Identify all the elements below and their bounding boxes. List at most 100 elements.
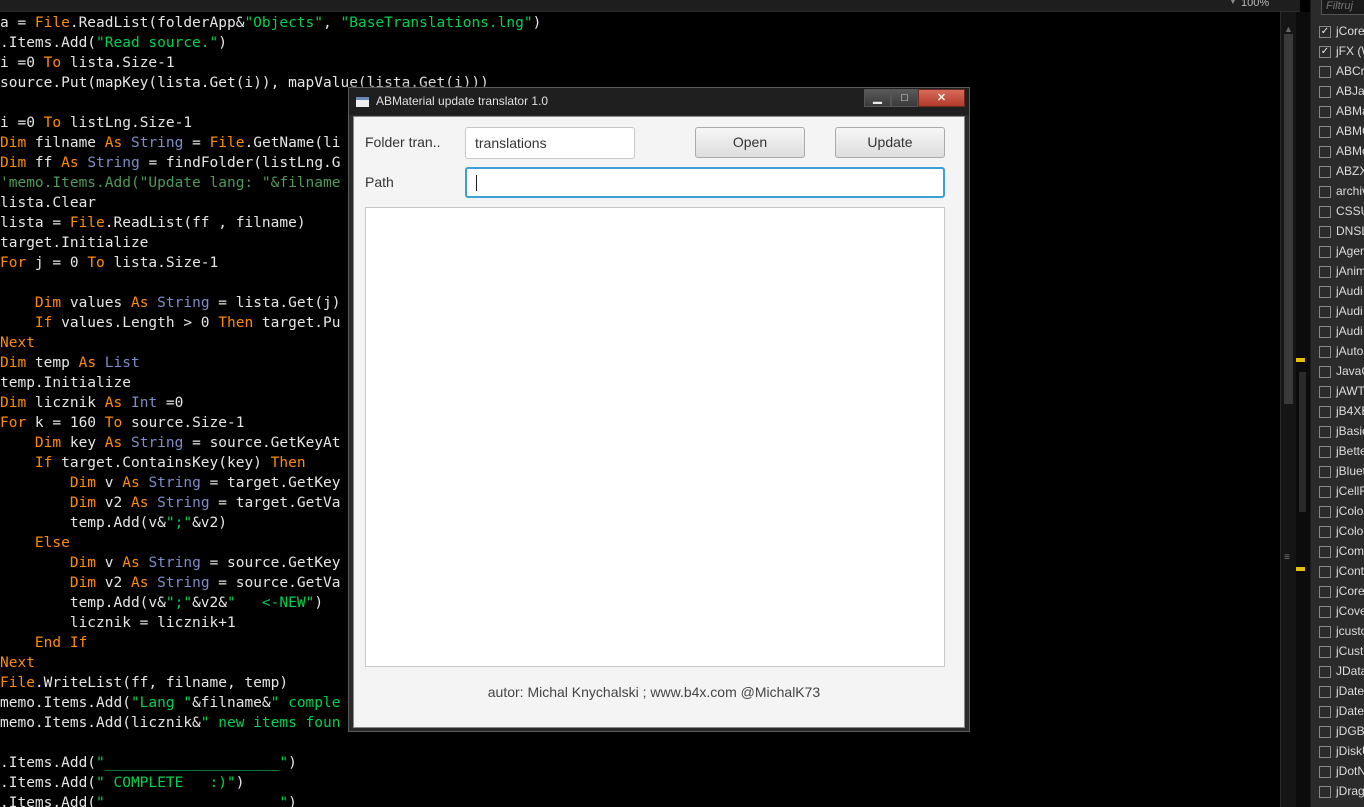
unchecked-checkbox[interactable] (1319, 746, 1331, 758)
unchecked-checkbox[interactable] (1319, 286, 1331, 298)
code-line[interactable]: lista.Clear (0, 193, 96, 213)
code-line[interactable]: a = File.ReadList(folderApp&"Objects", "… (0, 13, 541, 33)
code-line[interactable]: Dim ff As String = findFolder(listLng.G (0, 153, 341, 173)
code-line[interactable]: Dim v As String = target.GetKey (0, 473, 341, 493)
update-button[interactable]: Update (835, 127, 945, 158)
library-item[interactable]: jAuto (1319, 342, 1364, 362)
library-item[interactable]: jDGBa (1319, 722, 1364, 742)
unchecked-checkbox[interactable] (1319, 166, 1331, 178)
code-line[interactable]: Next (0, 653, 35, 673)
code-line[interactable]: .Items.Add("____________________") (0, 753, 297, 773)
library-item[interactable]: ABMa (1319, 102, 1364, 122)
code-line[interactable]: For k = 160 To source.Size-1 (0, 413, 244, 433)
unchecked-checkbox[interactable] (1319, 386, 1331, 398)
unchecked-checkbox[interactable] (1319, 186, 1331, 198)
maximize-button[interactable]: □ (891, 89, 918, 107)
library-item[interactable]: jAudi (1319, 322, 1364, 342)
unchecked-checkbox[interactable] (1319, 226, 1331, 238)
library-item[interactable]: CSSU (1319, 202, 1364, 222)
library-item[interactable]: ABMo (1319, 142, 1364, 162)
checked-checkbox[interactable]: ✓ (1319, 46, 1331, 58)
unchecked-checkbox[interactable] (1319, 686, 1331, 698)
code-line[interactable]: File.WriteList(ff, filname, temp) (0, 673, 288, 693)
zoom-level[interactable]: 100% (1241, 0, 1269, 9)
unchecked-checkbox[interactable] (1319, 466, 1331, 478)
library-item[interactable]: jAudi (1319, 282, 1364, 302)
unchecked-checkbox[interactable] (1319, 586, 1331, 598)
code-line[interactable]: temp.Add(v&";"&v2) (0, 513, 227, 533)
library-item[interactable]: archiv (1319, 182, 1364, 202)
unchecked-checkbox[interactable] (1319, 266, 1331, 278)
library-item[interactable]: jDate (1319, 702, 1364, 722)
code-line[interactable]: Next (0, 333, 35, 353)
code-line[interactable]: .Items.Add(" COMPLETE :)") (0, 773, 244, 793)
library-item[interactable]: JData (1319, 662, 1364, 682)
library-item[interactable]: jCellF (1319, 482, 1364, 502)
unchecked-checkbox[interactable] (1319, 446, 1331, 458)
unchecked-checkbox[interactable] (1319, 366, 1331, 378)
bookmark-marker[interactable] (1296, 358, 1305, 362)
library-item[interactable]: ABJas (1319, 82, 1364, 102)
library-item[interactable]: jBluet (1319, 462, 1364, 482)
editor-vertical-scrollbar[interactable]: ▲ ≡ (1280, 12, 1296, 807)
library-item[interactable]: ABCr (1319, 62, 1364, 82)
checked-checkbox[interactable]: ✓ (1319, 26, 1331, 38)
code-line[interactable]: Else (0, 533, 70, 553)
library-item[interactable]: jCom (1319, 542, 1364, 562)
library-item[interactable]: jCore (1319, 582, 1364, 602)
code-line[interactable]: memo.Items.Add("Lang "&filname&" comple (0, 693, 340, 713)
library-item[interactable]: ✓ jCore (1319, 22, 1364, 42)
unchecked-checkbox[interactable] (1319, 326, 1331, 338)
unchecked-checkbox[interactable] (1319, 86, 1331, 98)
unchecked-checkbox[interactable] (1319, 406, 1331, 418)
library-item[interactable]: jB4XE (1319, 402, 1364, 422)
code-line[interactable]: licznik = licznik+1 (0, 613, 236, 633)
unchecked-checkbox[interactable] (1319, 246, 1331, 258)
library-item[interactable]: DNSL (1319, 222, 1364, 242)
unchecked-checkbox[interactable] (1319, 486, 1331, 498)
library-item[interactable]: jBasic (1319, 422, 1364, 442)
library-filter-input[interactable] (1321, 0, 1364, 15)
code-line[interactable]: Dim filname As String = File.GetName(li (0, 133, 341, 153)
unchecked-checkbox[interactable] (1319, 626, 1331, 638)
code-line[interactable]: 'memo.Items.Add("Update lang: "&filname (0, 173, 340, 193)
code-line[interactable]: .Items.Add("____________________") (0, 793, 297, 807)
code-line[interactable]: End If (0, 633, 87, 653)
unchecked-checkbox[interactable] (1319, 666, 1331, 678)
close-button[interactable]: ✕ (918, 89, 965, 107)
library-item[interactable]: jCont (1319, 562, 1364, 582)
unchecked-checkbox[interactable] (1319, 726, 1331, 738)
code-line[interactable]: Dim temp As List (0, 353, 140, 373)
library-item[interactable]: jAnim (1319, 262, 1364, 282)
open-button[interactable]: Open (695, 127, 805, 158)
window-titlebar[interactable]: ABMaterial update translator 1.0 ▁ □ ✕ (349, 88, 969, 115)
library-item[interactable]: jBette (1319, 442, 1364, 462)
unchecked-checkbox[interactable] (1319, 606, 1331, 618)
path-input[interactable] (465, 167, 945, 198)
library-item[interactable]: jCusto (1319, 642, 1364, 662)
code-line[interactable]: i =0 To listLng.Size-1 (0, 113, 192, 133)
log-list[interactable] (365, 207, 945, 667)
library-item[interactable]: jcusto (1319, 622, 1364, 642)
code-line[interactable]: lista = File.ReadList(ff , filname) (0, 213, 306, 233)
code-line[interactable]: Dim key As String = source.GetKeyAt (0, 433, 341, 453)
folder-input[interactable]: translations (465, 127, 635, 159)
unchecked-checkbox[interactable] (1319, 206, 1331, 218)
code-line[interactable]: temp.Add(v&";"&v2&" <-NEW") (0, 593, 323, 613)
library-item[interactable]: jCove (1319, 602, 1364, 622)
scrollbar-thumb[interactable] (1284, 34, 1293, 404)
code-line[interactable]: memo.Items.Add(licznik&" new items foun (0, 713, 340, 733)
code-line[interactable]: .Items.Add("Read source.") (0, 33, 227, 53)
unchecked-checkbox[interactable] (1319, 766, 1331, 778)
unchecked-checkbox[interactable] (1319, 426, 1331, 438)
code-line[interactable]: Dim values As String = lista.Get(j) (0, 293, 341, 313)
code-line[interactable]: If target.ContainsKey(key) Then (0, 453, 306, 473)
library-item[interactable]: jDate (1319, 682, 1364, 702)
library-item[interactable]: jAudi (1319, 302, 1364, 322)
library-item[interactable]: JavaC (1319, 362, 1364, 382)
unchecked-checkbox[interactable] (1319, 66, 1331, 78)
library-item[interactable]: ✓ jFX (W (1319, 42, 1364, 62)
library-item[interactable]: jDiskU (1319, 742, 1364, 762)
library-item[interactable]: jAgen (1319, 242, 1364, 262)
code-line[interactable]: temp.Initialize (0, 373, 131, 393)
